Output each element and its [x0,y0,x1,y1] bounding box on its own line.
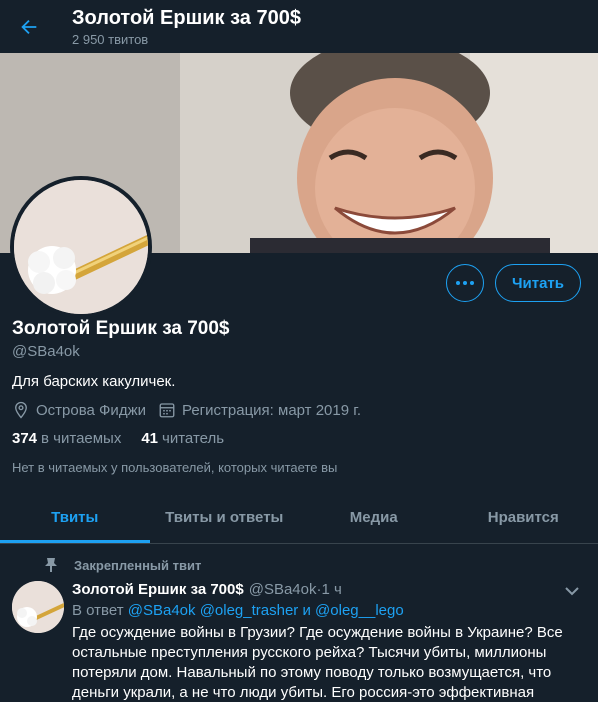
not-followed-note: Нет в читаемых у пользователей, которых … [12,460,338,475]
tab-likes[interactable]: Нравится [449,491,598,543]
tab-media[interactable]: Медиа [299,491,449,543]
toilet-brush-image [12,581,64,633]
tweet-author-handle[interactable]: @SBa4ok [249,581,317,598]
location-text: Острова Фиджи [36,401,146,419]
top-header: Золотой Ершик за 700$ 2 950 твитов [0,0,598,53]
pinned-text: Закрепленный твит [74,557,202,573]
reply-mention[interactable]: @oleg__lego [315,602,404,619]
following-count: 374 [12,430,38,447]
tweet-header: Золотой Ершик за 700$ @SBa4ok · 1 ч [72,581,342,598]
reply-mention[interactable]: @oleg_trasher [200,602,299,619]
reply-and: и [302,602,311,619]
pinned-label: Закрепленный твит [44,557,201,573]
followers-link[interactable]: 41 читатель [141,430,224,447]
profile-bio: Для барских какуличек. [12,373,176,390]
profile-tabs: Твиты Твиты и ответы Медиа Нравится [0,491,598,544]
joined-date: Регистрация: март 2019 г. [158,401,361,419]
active-tab-indicator [0,540,150,543]
tab-tweets[interactable]: Твиты [0,491,150,543]
tab-label: Твиты [51,508,99,526]
tweet-avatar[interactable] [12,581,64,633]
profile-name: Золотой Ершик за 700$ [12,318,230,339]
joined-text: Регистрация: март 2019 г. [181,401,362,419]
follow-stats: 374 в читаемых 41 читатель [12,430,244,447]
calendar-icon [158,401,176,419]
reply-prefix: В ответ [72,602,124,619]
toilet-brush-image [14,180,148,314]
tweet-menu-button[interactable] [560,581,584,601]
back-arrow-icon [21,19,37,35]
tab-label: Медиа [349,508,398,526]
tweet-time[interactable]: 1 ч [321,581,341,598]
location: Острова Фиджи [12,401,146,419]
profile-handle: @SBa4ok [12,343,80,360]
pinned-tweet[interactable]: Закрепленный твит Золотой Ершик за 700$ … [0,545,598,702]
pin-icon [44,557,58,573]
more-options-button[interactable] [446,264,484,302]
follow-button[interactable]: Читать [495,264,581,302]
more-dots-icon [456,281,474,285]
tab-label: Нравится [487,508,559,526]
tweet-text: Где осуждение войны в Грузии? Где осужде… [72,624,563,701]
tweet-author-name[interactable]: Золотой Ершик за 700$ [72,581,244,598]
header-title: Золотой Ершик за 700$ [72,7,301,29]
tab-label: Твиты и ответы [165,508,284,526]
tab-tweets-replies[interactable]: Твиты и ответы [150,491,300,543]
tweet-count: 2 950 твитов [72,32,149,47]
reply-mention[interactable]: @SBa4ok [128,602,196,619]
location-icon [12,401,30,419]
back-button[interactable] [12,10,46,44]
following-link[interactable]: 374 в читаемых [12,430,121,447]
chevron-down-icon [565,587,579,596]
profile-meta: Острова Фиджи Регистрация: март 2019 г. [12,401,373,419]
followers-count: 41 [141,430,159,447]
reply-context: В ответ @SBa4ok @oleg_trasher и @oleg__l… [72,602,404,619]
profile-avatar[interactable] [10,176,152,318]
following-label: в читаемых [41,430,122,447]
followers-label: читатель [162,430,225,447]
